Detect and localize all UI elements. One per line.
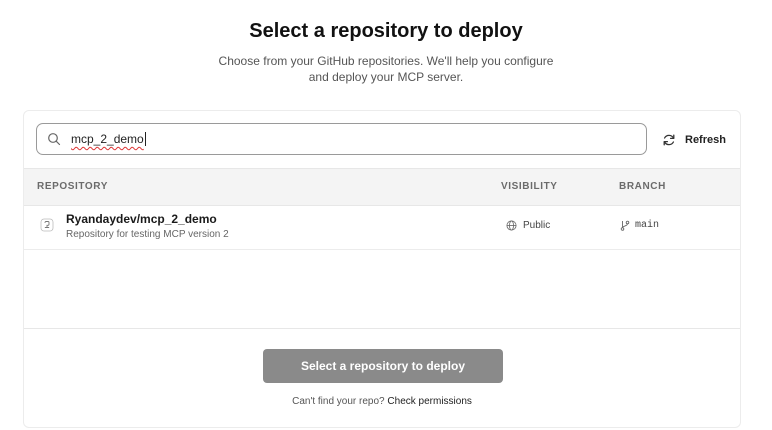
subtitle-line-2: and deploy your MCP server. [308, 70, 464, 84]
repository-card: mcp_2_demo Refresh REPOSITORY VISIBILITY… [23, 110, 741, 428]
check-permissions-link[interactable]: Check permissions [387, 396, 471, 407]
search-icon [47, 132, 61, 146]
search-input[interactable]: mcp_2_demo [36, 123, 647, 155]
help-text: Can't find your repo? Check permissions [24, 396, 740, 407]
text-caret [144, 132, 146, 146]
search-value[interactable]: mcp_2_demo [71, 132, 144, 146]
table-row[interactable]: Ryandaydev/mcp_2_demo Repository for tes… [24, 204, 740, 250]
deploy-button[interactable]: Select a repository to deploy [263, 349, 503, 383]
refresh-label: Refresh [685, 134, 726, 146]
refresh-icon [662, 133, 676, 147]
help-text-label: Can't find your repo? [292, 396, 385, 407]
column-header-branch: BRANCH [619, 181, 666, 192]
git-branch-icon [620, 220, 630, 231]
branch-label: main [635, 220, 660, 231]
repo-name: Ryandaydev/mcp_2_demo [66, 212, 217, 226]
refresh-button[interactable]: Refresh [662, 131, 726, 149]
github-icon [40, 218, 54, 232]
repo-description: Repository for testing MCP version 2 [66, 229, 229, 240]
visibility-label: Public [523, 220, 551, 231]
card-footer: Select a repository to deploy Can't find… [24, 328, 740, 429]
branch-cell: main [620, 220, 659, 231]
column-header-repository: REPOSITORY [37, 181, 109, 192]
page-title: Select a repository to deploy [249, 20, 523, 42]
page-subtitle: Choose from your GitHub repositories. We… [0, 53, 772, 85]
globe-icon [506, 220, 517, 231]
subtitle-line-1: Choose from your GitHub repositories. We… [218, 54, 554, 68]
visibility-cell: Public [506, 220, 550, 231]
table-header: REPOSITORY VISIBILITY BRANCH [24, 168, 740, 206]
column-header-visibility: VISIBILITY [501, 181, 558, 192]
